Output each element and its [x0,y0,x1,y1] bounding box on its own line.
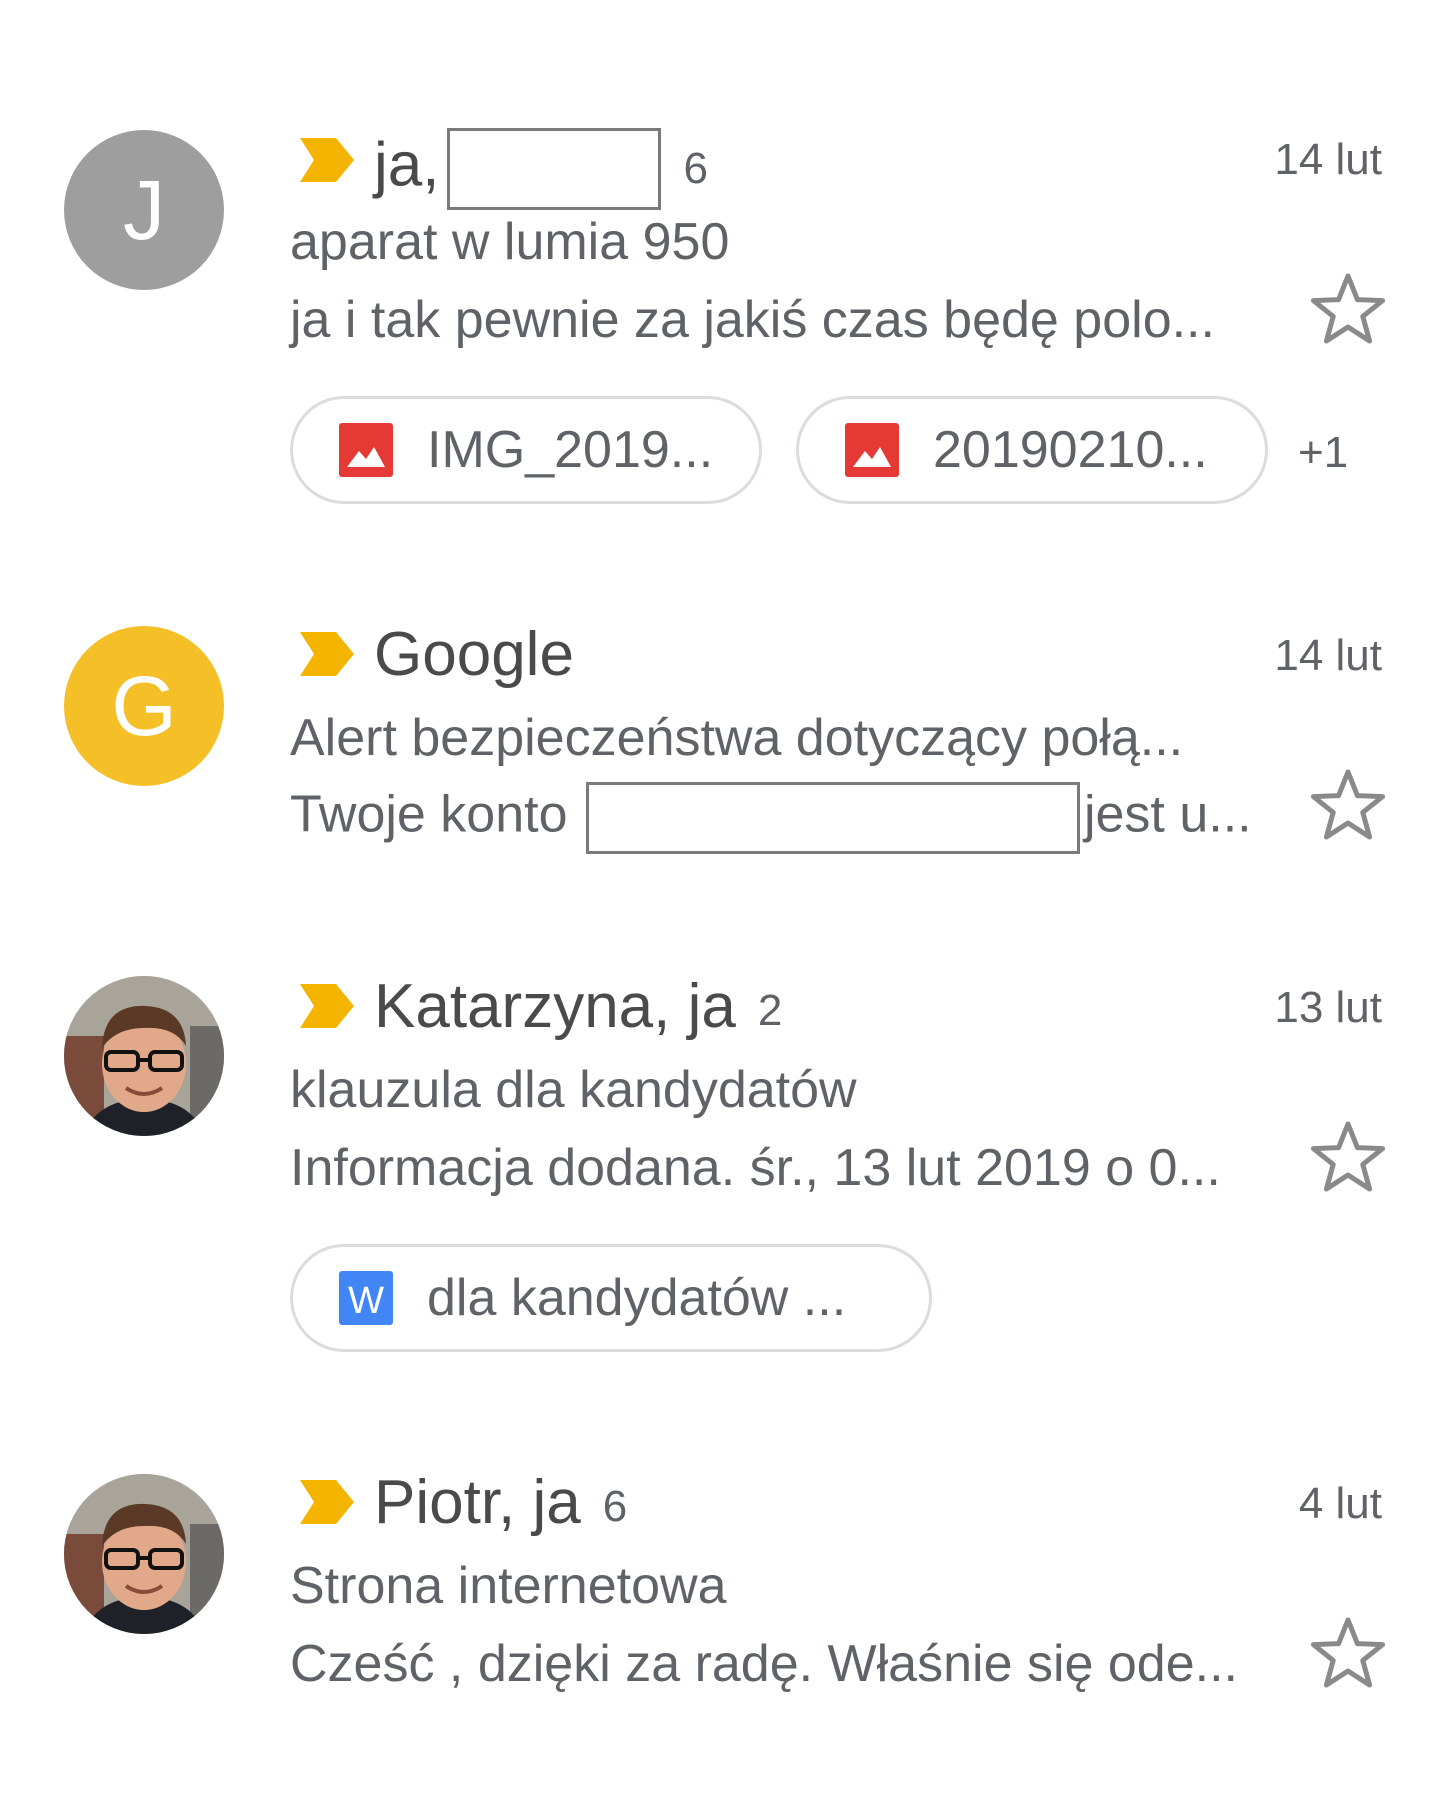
svg-text:W: W [348,1280,384,1322]
email-date: 4 lut [1298,1479,1382,1528]
message-count: 2 [757,985,783,1035]
importance-marker-icon[interactable] [300,984,354,1028]
attachment-name: 20190210... [933,421,1208,479]
attachment-chip[interactable]: 20190210... [796,396,1268,504]
sender-name: Google [374,620,574,689]
avatar[interactable]: J [64,130,224,290]
attachment-chip[interactable]: IMG_2019... [290,396,762,504]
email-subject: klauzula dla kandydatów [290,1061,857,1119]
sender-line: Piotr, ja 6 [374,1472,627,1534]
email-snippet: ja i tak pewnie za jakiś czas będę polo.… [290,291,1215,349]
star-icon[interactable] [1308,766,1388,846]
importance-marker-icon[interactable] [300,138,354,182]
image-icon [845,423,899,477]
snippet-text: jest u... [1083,785,1252,844]
email-snippet: Informacja dodana. śr., 13 lut 2019 o 0.… [290,1139,1221,1197]
person-photo-icon [64,976,224,1136]
email-snippet: Twoje konto jest u... [290,782,1252,854]
email-subject: aparat w lumia 950 [290,213,730,271]
attachment-name: IMG_2019... [427,421,714,479]
sender-line: ja, 6 [374,128,708,210]
sender-name: ja, [374,130,440,200]
image-icon [339,423,393,477]
avatar-photo[interactable] [64,976,224,1136]
sender-line: Google [374,624,574,686]
snippet-text: Twoje konto [290,785,568,844]
star-icon[interactable] [1308,1614,1388,1694]
attachment-chip[interactable]: W dla kandydatów ... [290,1244,932,1352]
importance-marker-icon[interactable] [300,632,354,676]
avatar-photo[interactable] [64,1474,224,1634]
email-date: 14 lut [1274,631,1382,680]
person-photo-icon [64,1474,224,1634]
avatar-letter: J [123,162,165,257]
word-doc-icon: W [339,1271,393,1325]
more-attachments-count[interactable]: +1 [1298,428,1348,478]
attachment-name: dla kandydatów ... [427,1269,847,1327]
avatar[interactable]: G [64,626,224,786]
avatar-letter: G [111,658,177,753]
message-count: 6 [602,1481,628,1531]
sender-name: Piotr, ja [374,1468,581,1537]
email-snippet: Cześć , dzięki za radę. Właśnie się ode.… [290,1635,1238,1693]
message-count: 6 [683,144,708,193]
redacted-account [585,782,1080,854]
star-icon[interactable] [1308,270,1388,350]
star-icon[interactable] [1308,1118,1388,1198]
email-date: 13 lut [1274,983,1382,1032]
sender-line: Katarzyna, ja 2 [374,976,782,1038]
email-date: 14 lut [1274,135,1382,184]
sender-name: Katarzyna, ja [374,972,736,1041]
redacted-recipient [447,128,662,210]
email-subject: Alert bezpieczeństwa dotyczący połą... [290,709,1184,767]
importance-marker-icon[interactable] [300,1480,354,1524]
email-subject: Strona internetowa [290,1557,727,1615]
